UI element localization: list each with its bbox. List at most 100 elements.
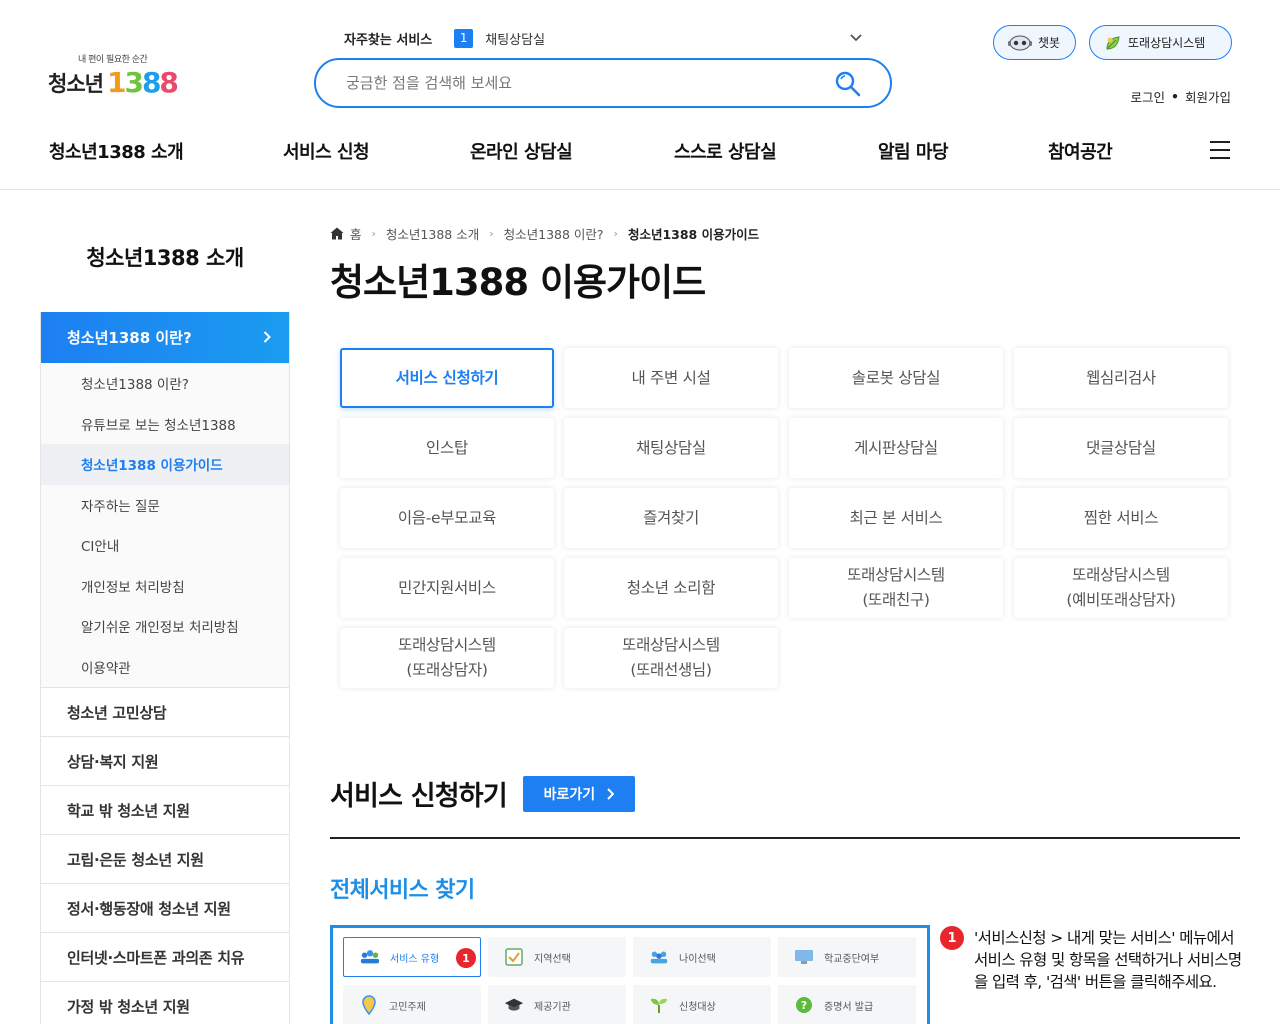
robot-icon bbox=[1008, 34, 1032, 52]
logo-number: 1388 bbox=[106, 66, 179, 99]
logo-text: 청소년 bbox=[48, 71, 104, 96]
popular-services-label: 자주찾는 서비스 bbox=[344, 32, 433, 48]
tab-recent[interactable]: 최근 본 서비스 bbox=[789, 488, 1003, 548]
step-badge: 1 bbox=[456, 948, 476, 968]
search-input[interactable] bbox=[346, 72, 816, 94]
submenu-item[interactable]: CI안내 bbox=[41, 525, 289, 566]
popular-rank-badge: 1 bbox=[454, 28, 474, 48]
gnb-item-self-counsel[interactable]: 스스로 상담실 bbox=[674, 138, 777, 164]
guide-note-text: '서비스신청 > 내게 맞는 서비스' 메뉴에서 서비스 유형 및 항목을 선택… bbox=[974, 929, 1242, 991]
logo-tagline: 내 편이 필요한 순간 bbox=[78, 55, 148, 65]
submenu-item-current[interactable]: 청소년1388 이용가이드 bbox=[41, 444, 289, 485]
mini-filter-service-type: 서비스 유형 1 bbox=[343, 937, 481, 977]
mini-filter-age: 나이선택 bbox=[633, 937, 771, 977]
submenu-item[interactable]: 유튜브로 보는 청소년1388 bbox=[41, 404, 289, 445]
signup-link[interactable]: 회원가입 bbox=[1185, 87, 1231, 106]
shortcut-label: 바로가기 bbox=[543, 786, 596, 803]
check-icon bbox=[504, 947, 524, 967]
tab-service-apply[interactable]: 서비스 신청하기 bbox=[340, 348, 554, 408]
mini-filter-provider: 제공기관 bbox=[488, 985, 626, 1024]
pin-icon bbox=[359, 995, 379, 1015]
tab-solobot[interactable]: 솔로봇 상담실 bbox=[789, 348, 1003, 408]
sidebar-submenu: 청소년1388 이란? 유튜브로 보는 청소년1388 청소년1388 이용가이… bbox=[41, 363, 289, 687]
tab-favorites[interactable]: 즐겨찾기 bbox=[564, 488, 778, 548]
breadcrumb-item[interactable]: 청소년1388 소개 bbox=[386, 224, 479, 243]
section-title: 서비스 신청하기 bbox=[330, 781, 508, 812]
submenu-item[interactable]: 개인정보 처리방침 bbox=[41, 566, 289, 607]
question-icon: ? bbox=[794, 995, 814, 1015]
menu-icon[interactable] bbox=[1210, 141, 1230, 159]
tab-peer-prospective[interactable]: 또래상담시스템 (예비또래상담자) bbox=[1014, 558, 1228, 618]
sidebar-nav: 청소년1388 이란? 청소년1388 이란? 유튜브로 보는 청소년1388 … bbox=[40, 312, 290, 1024]
tab-peer-friend[interactable]: 또래상담시스템 (또래친구) bbox=[789, 558, 1003, 618]
svg-text:?: ? bbox=[801, 999, 807, 1012]
submenu-item[interactable]: 이용약관 bbox=[41, 647, 289, 688]
submenu-item[interactable]: 알기쉬운 개인정보 처리방침 bbox=[41, 606, 289, 647]
search-box bbox=[314, 58, 892, 108]
tab-comment-counsel[interactable]: 댓글상담실 bbox=[1014, 418, 1228, 478]
step-number-badge: 1 bbox=[940, 926, 964, 950]
site-header: 내 편이 필요한 순간 청소년 1388 자주찾는 서비스 1 채팅상담실 챗봇… bbox=[0, 0, 1280, 190]
sidebar-item[interactable]: 인터넷·스마트폰 과의존 치유 bbox=[41, 932, 289, 981]
popular-services[interactable]: 자주찾는 서비스 1 채팅상담실 bbox=[344, 28, 864, 48]
gnb-item-service[interactable]: 서비스 신청 bbox=[283, 138, 370, 164]
chatbot-label: 챗봇 bbox=[1038, 36, 1061, 50]
tab-peer-counselor[interactable]: 또래상담시스템 (또래상담자) bbox=[340, 628, 554, 688]
tab-voice-box[interactable]: 청소년 소리함 bbox=[564, 558, 778, 618]
tab-web-test[interactable]: 웹심리검사 bbox=[1014, 348, 1228, 408]
tab-chat-counsel[interactable]: 채팅상담실 bbox=[564, 418, 778, 478]
tab-private-support[interactable]: 민간지원서비스 bbox=[340, 558, 554, 618]
popular-service-item[interactable]: 채팅상담실 bbox=[485, 29, 545, 48]
breadcrumb-chevron-icon: › bbox=[489, 227, 494, 240]
group-icon bbox=[649, 947, 669, 967]
gnb-item-online-counsel[interactable]: 온라인 상담실 bbox=[470, 138, 573, 164]
tab-board-counsel[interactable]: 게시판상담실 bbox=[789, 418, 1003, 478]
breadcrumb-chevron-icon: › bbox=[371, 227, 376, 240]
submenu-item[interactable]: 자주하는 질문 bbox=[41, 485, 289, 526]
sidebar-item[interactable]: 고립·은둔 청소년 지원 bbox=[41, 834, 289, 883]
chevron-right-icon bbox=[607, 787, 615, 800]
sidebar-item[interactable]: 학교 밖 청소년 지원 bbox=[41, 785, 289, 834]
sidebar-item[interactable]: 가정 밖 청소년 지원 bbox=[41, 981, 289, 1024]
breadcrumb-current: 청소년1388 이용가이드 bbox=[627, 227, 760, 242]
peer-counseling-button[interactable]: 또래상담시스템 bbox=[1089, 25, 1232, 60]
sprout-icon bbox=[649, 995, 669, 1015]
section-divider bbox=[330, 837, 1240, 839]
subsection-title: 전체서비스 찾기 bbox=[330, 878, 475, 903]
tab-parent-edu[interactable]: 이음-e부모교육 bbox=[340, 488, 554, 548]
separator-dot: • bbox=[1170, 89, 1179, 104]
sidebar-item-active[interactable]: 청소년1388 이란? bbox=[41, 312, 289, 363]
main-navigation: 청소년1388 소개 서비스 신청 온라인 상담실 스스로 상담실 알림 마당 … bbox=[0, 138, 1280, 164]
chevron-right-icon bbox=[263, 329, 271, 347]
sidebar-item[interactable]: 정서·행동장애 청소년 지원 bbox=[41, 883, 289, 932]
sidebar-item[interactable]: 청소년 고민상담 bbox=[41, 687, 289, 736]
gnb-item-notice[interactable]: 알림 마당 bbox=[878, 138, 949, 164]
breadcrumb-home[interactable]: 홈 bbox=[350, 224, 362, 243]
leaf-icon bbox=[1104, 34, 1122, 52]
mini-filter-topic: 고민주제 bbox=[343, 985, 481, 1024]
guide-note: 1 '서비스신청 > 내게 맞는 서비스' 메뉴에서 서비스 유형 및 항목을 … bbox=[940, 926, 1245, 993]
chevron-down-icon[interactable] bbox=[848, 28, 864, 48]
mini-filter-certificate: ? 증명서 발급 bbox=[778, 985, 916, 1024]
tab-peer-teacher[interactable]: 또래상담시스템 (또래선생님) bbox=[564, 628, 778, 688]
breadcrumb-item[interactable]: 청소년1388 이란? bbox=[504, 224, 604, 243]
sidebar-item[interactable]: 상담·복지 지원 bbox=[41, 736, 289, 785]
shortcut-button[interactable]: 바로가기 bbox=[522, 775, 635, 812]
home-icon[interactable] bbox=[330, 227, 344, 240]
peer-counseling-label: 또래상담시스템 bbox=[1128, 36, 1206, 50]
tab-instop[interactable]: 인스탑 bbox=[340, 418, 554, 478]
sidebar-title: 청소년1388 소개 bbox=[86, 246, 244, 270]
chatbot-button[interactable]: 챗봇 bbox=[993, 25, 1076, 60]
mini-filter-school: 학교중단여부 bbox=[778, 937, 916, 977]
breadcrumb: 홈 › 청소년1388 소개 › 청소년1388 이란? › 청소년1388 이… bbox=[330, 224, 759, 243]
gnb-item-intro[interactable]: 청소년1388 소개 bbox=[49, 138, 184, 164]
search-icon[interactable] bbox=[834, 70, 862, 98]
tab-nearby-facility[interactable]: 내 주변 시설 bbox=[564, 348, 778, 408]
people-icon bbox=[360, 947, 380, 967]
site-logo[interactable]: 내 편이 필요한 순간 청소년 1388 bbox=[48, 50, 188, 100]
login-link[interactable]: 로그인 bbox=[1130, 87, 1165, 106]
submenu-item[interactable]: 청소년1388 이란? bbox=[41, 363, 289, 404]
mini-filter-region: 지역선택 bbox=[488, 937, 626, 977]
tab-wishlist[interactable]: 찜한 서비스 bbox=[1014, 488, 1228, 548]
gnb-item-participation[interactable]: 참여공간 bbox=[1048, 138, 1113, 164]
